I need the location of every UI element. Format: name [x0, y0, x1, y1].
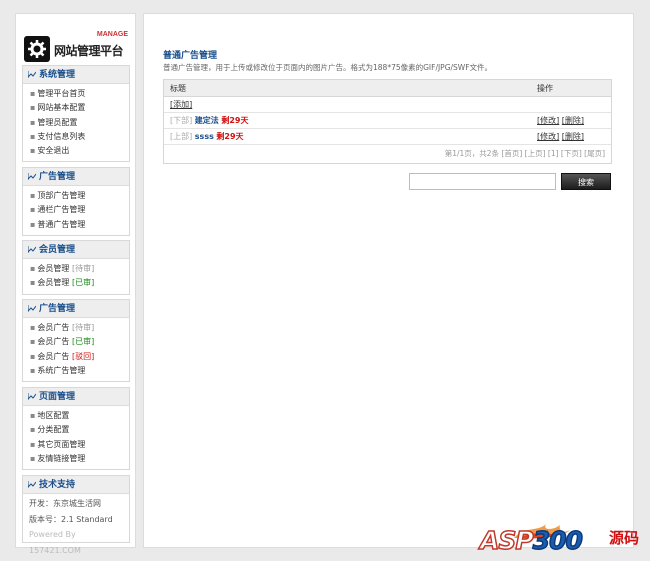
sidebar-item-friend-links[interactable]: ▪ 友情链接管理 — [30, 452, 129, 466]
edit-link[interactable]: [修改] — [537, 132, 559, 141]
ad-name-link[interactable]: ssss — [195, 132, 214, 141]
logo: MANAGE 网站管理平台 — [24, 28, 130, 68]
ad-name-link[interactable]: 建定法 — [195, 116, 219, 125]
section-header: 页面管理 — [23, 388, 129, 406]
sidebar-item-member-ads-rejected[interactable]: ▪ 会员广告 [驳回] — [30, 350, 129, 364]
section-header: 广告管理 — [23, 300, 129, 318]
sidebar-section-support: 技术支持 开发：东京城生活网 版本号：2.1 Standard Powered … — [22, 475, 130, 555]
sidebar-item-other-pages[interactable]: ▪ 其它页面管理 — [30, 438, 129, 452]
section-header: 会员管理 — [23, 241, 129, 259]
developer-info: 开发：东京城生活网 — [29, 499, 101, 508]
sidebar-item-category-config[interactable]: ▪ 分类配置 — [30, 423, 129, 437]
sidebar-item-members-approved[interactable]: ▪ 会员管理 [已审] — [30, 276, 129, 290]
page-description: 普通广告管理，用于上传或修改位于页面内的图片广告。格式为188*75像素的GIF… — [163, 63, 493, 72]
add-link[interactable]: [添加] — [170, 97, 192, 113]
sidebar-section-ads: 广告管理 ▪ 顶部广告管理 ▪ 通栏广告管理 ▪ 普通广告管理 — [22, 167, 130, 236]
section-header: 广告管理 — [23, 168, 129, 186]
table-row: [添加] — [164, 97, 611, 113]
sidebar-section-pages: 页面管理 ▪ 地区配置 ▪ 分类配置 ▪ 其它页面管理 ▪ 友情链接管理 — [22, 387, 130, 471]
main-panel: 普通广告管理 普通广告管理，用于上传或修改位于页面内的图片广告。格式为188*7… — [143, 13, 634, 548]
ads-table: 标题 操作 [添加] [下部] 建定法 剩29天 [修改] [删除] [上部] … — [163, 79, 612, 164]
table-row: [上部] ssss 剩29天 [修改] [删除] — [164, 129, 611, 145]
delete-link[interactable]: [删除] — [562, 132, 584, 141]
sidebar-section-member-ads: 广告管理 ▪ 会员广告 [待审] ▪ 会员广告 [已审] ▪ 会员广告 [驳回] ▪ 系… — [22, 299, 130, 383]
sidebar-item-banner-ads[interactable]: ▪ 通栏广告管理 — [30, 203, 129, 217]
sidebar-section-system: 系统管理 ▪ 管理平台首页 ▪ 网站基本配置 ▪ 管理员配置 ▪ 支付信息列表 ▪ 安全退… — [22, 65, 130, 163]
search-input[interactable] — [409, 173, 556, 190]
section-header: 技术支持 — [23, 476, 129, 494]
sidebar-item-system-ads[interactable]: ▪ 系统广告管理 — [30, 364, 129, 378]
watermark-text: ASP300 — [479, 525, 583, 556]
ad-position: [上部] — [170, 132, 193, 141]
column-actions: 操作 — [537, 84, 553, 93]
column-title: 标题 — [170, 84, 186, 93]
table-header: 标题 操作 — [164, 80, 611, 97]
ad-remaining-days: 剩29天 — [216, 132, 244, 141]
sidebar-item-site-config[interactable]: ▪ 网站基本配置 — [30, 101, 129, 115]
chart-icon — [28, 246, 36, 253]
section-header: 系统管理 — [23, 66, 129, 84]
sidebar-item-members-pending[interactable]: ▪ 会员管理 [待审] — [30, 262, 129, 276]
sidebar-item-admin-home[interactable]: ▪ 管理平台首页 — [30, 87, 129, 101]
sidebar-item-admin-config[interactable]: ▪ 管理员配置 — [30, 116, 129, 130]
delete-link[interactable]: [删除] — [562, 116, 584, 125]
powered-by: Powered By 157421.COM — [29, 530, 81, 555]
watermark-yuanma: 源码 — [609, 529, 640, 547]
chart-icon — [28, 71, 36, 78]
sidebar-item-top-ads[interactable]: ▪ 顶部广告管理 — [30, 189, 129, 203]
chart-icon — [28, 305, 36, 312]
search-button[interactable]: 搜索 — [561, 173, 611, 190]
logo-title: 网站管理平台 — [54, 44, 124, 58]
chart-icon — [28, 481, 36, 488]
sidebar-item-normal-ads[interactable]: ▪ 普通广告管理 — [30, 218, 129, 232]
sidebar-item-member-ads-approved[interactable]: ▪ 会员广告 [已审] — [30, 335, 129, 349]
gear-icon — [24, 36, 50, 62]
table-row: [下部] 建定法 剩29天 [修改] [删除] — [164, 113, 611, 129]
logo-manage-label: MANAGE — [96, 31, 128, 38]
sidebar: MANAGE 网站管理平台 系统管理 ▪ 管理平台首页 ▪ 网站基本配置 ▪ 管理员配… — [15, 13, 136, 555]
watermark-logo: ASP300 源码 — [478, 522, 646, 558]
sidebar-item-payment-list[interactable]: ▪ 支付信息列表 — [30, 130, 129, 144]
version-info: 版本号：2.1 Standard — [29, 514, 113, 524]
page-title: 普通广告管理 — [163, 51, 218, 61]
sidebar-item-member-ads-pending[interactable]: ▪ 会员广告 [待审] — [30, 321, 129, 335]
edit-link[interactable]: [修改] — [537, 116, 559, 125]
chart-icon — [28, 393, 36, 400]
sidebar-section-members: 会员管理 ▪ 会员管理 [待审] ▪ 会员管理 [已审] — [22, 240, 130, 295]
ad-position: [下部] — [170, 116, 193, 125]
ad-remaining-days: 剩29天 — [221, 116, 249, 125]
pagination[interactable]: 第1/1页，共2条 [首页] [上页] [1] [下页] [尾页] — [164, 145, 611, 163]
chart-icon — [28, 173, 36, 180]
sidebar-item-logout[interactable]: ▪ 安全退出 — [30, 144, 129, 158]
sidebar-item-region-config[interactable]: ▪ 地区配置 — [30, 409, 129, 423]
